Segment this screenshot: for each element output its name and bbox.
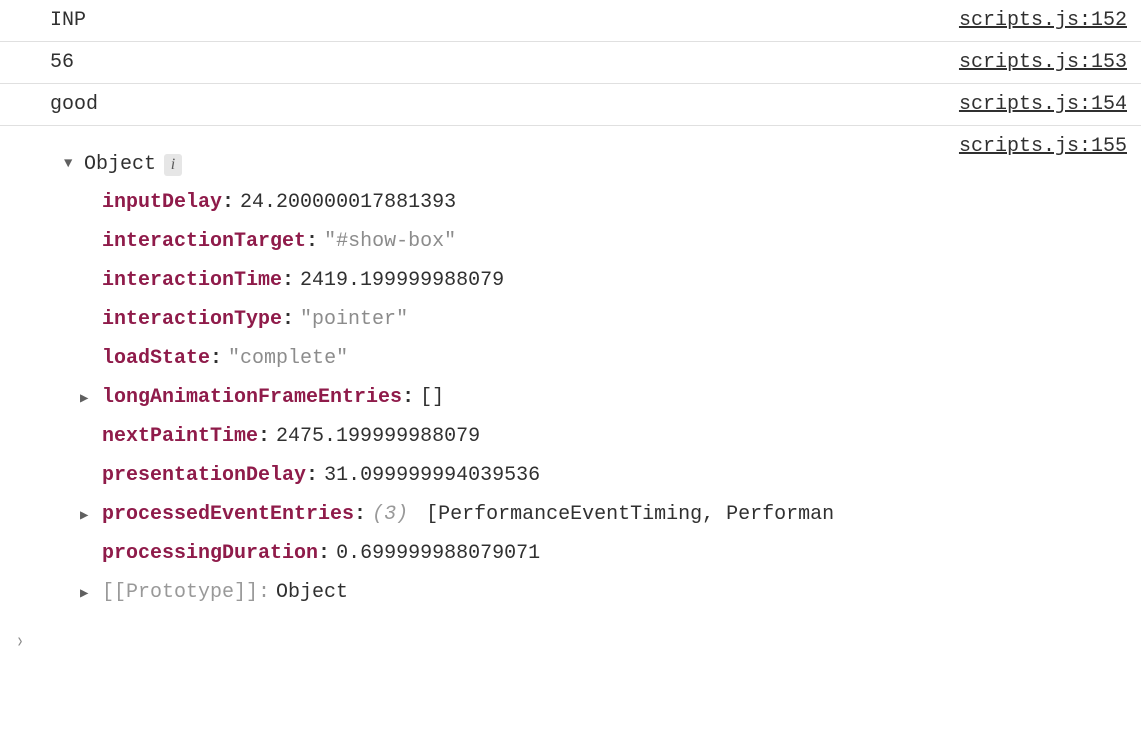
prop-key: longAnimationFrameEntries	[102, 383, 402, 412]
prop-prototype[interactable]: ▶ [[Prototype]]: Object	[102, 573, 834, 612]
prop-value: 2419.199999988079	[300, 266, 504, 295]
disclosure-triangle-right-icon[interactable]: ▶	[80, 584, 92, 604]
prop-interactionType: interactionType: "pointer"	[102, 300, 834, 339]
info-icon[interactable]: i	[164, 154, 182, 176]
prop-presentationDelay: presentationDelay: 31.099999994039536	[102, 456, 834, 495]
object-body: ▼ Object i inputDelay: 24.20000001788139…	[50, 132, 834, 612]
prop-key: interactionTime	[102, 266, 282, 295]
prop-processedEventEntries[interactable]: ▶ processedEventEntries: (3) [Performanc…	[102, 495, 834, 534]
prop-key: processingDuration	[102, 539, 318, 568]
log-source-link[interactable]: scripts.js:154	[959, 90, 1127, 119]
console-prompt[interactable]: ›	[0, 618, 1141, 667]
disclosure-triangle-right-icon[interactable]: ▶	[80, 389, 92, 409]
array-preview: [PerformanceEventTiming, Performan	[414, 500, 834, 529]
prop-key: interactionType	[102, 305, 282, 334]
prop-value: "#show-box"	[324, 227, 456, 256]
prop-key: [[Prototype]]	[102, 578, 258, 607]
prop-inputDelay: inputDelay: 24.200000017881393	[102, 183, 834, 222]
log-source-link[interactable]: scripts.js:152	[959, 6, 1127, 35]
prop-key: interactionTarget	[102, 227, 306, 256]
prop-key: loadState	[102, 344, 210, 373]
prop-value: []	[420, 383, 444, 412]
prop-longAnimationFrameEntries[interactable]: ▶ longAnimationFrameEntries: []	[102, 378, 834, 417]
console-panel: INP scripts.js:152 56 scripts.js:153 goo…	[0, 0, 1141, 667]
log-row: INP scripts.js:152	[0, 0, 1141, 42]
log-source-link[interactable]: scripts.js:155	[959, 132, 1127, 161]
prop-value: 24.200000017881393	[240, 188, 456, 217]
array-count: (3)	[372, 500, 408, 529]
prop-loadState: loadState: "complete"	[102, 339, 834, 378]
prop-key: inputDelay	[102, 188, 222, 217]
prop-key: presentationDelay	[102, 461, 306, 490]
prop-value: 31.099999994039536	[324, 461, 540, 490]
colon: :	[354, 500, 366, 529]
object-properties: inputDelay: 24.200000017881393 interacti…	[102, 183, 834, 612]
prop-key: nextPaintTime	[102, 422, 258, 451]
colon: :	[222, 188, 234, 217]
disclosure-triangle-down-icon[interactable]: ▼	[64, 154, 76, 174]
prop-value: "pointer"	[300, 305, 408, 334]
prop-processingDuration: processingDuration: 0.699999988079071	[102, 534, 834, 573]
colon: :	[282, 266, 294, 295]
object-header[interactable]: ▼ Object i	[64, 150, 834, 179]
prop-key: processedEventEntries	[102, 500, 354, 529]
log-message: good	[50, 90, 98, 119]
colon: :	[318, 539, 330, 568]
colon: :	[210, 344, 222, 373]
prop-value: 2475.199999988079	[276, 422, 480, 451]
prop-nextPaintTime: nextPaintTime: 2475.199999988079	[102, 417, 834, 456]
log-row: good scripts.js:154	[0, 84, 1141, 126]
log-row-object: ▼ Object i inputDelay: 24.20000001788139…	[0, 126, 1141, 618]
prop-value: Object	[276, 578, 348, 607]
log-message: INP	[50, 6, 86, 35]
disclosure-triangle-right-icon[interactable]: ▶	[80, 506, 92, 526]
object-label: Object	[84, 150, 156, 179]
colon: :	[306, 227, 318, 256]
colon: :	[282, 305, 294, 334]
colon: :	[402, 383, 414, 412]
colon: :	[306, 461, 318, 490]
prop-interactionTime: interactionTime: 2419.199999988079	[102, 261, 834, 300]
prop-value: "complete"	[228, 344, 348, 373]
log-message: 56	[50, 48, 74, 77]
log-row: 56 scripts.js:153	[0, 42, 1141, 84]
log-source-link[interactable]: scripts.js:153	[959, 48, 1127, 77]
colon: :	[258, 422, 270, 451]
prop-value: 0.699999988079071	[336, 539, 540, 568]
prop-interactionTarget: interactionTarget: "#show-box"	[102, 222, 834, 261]
prompt-caret-icon: ›	[16, 628, 24, 657]
